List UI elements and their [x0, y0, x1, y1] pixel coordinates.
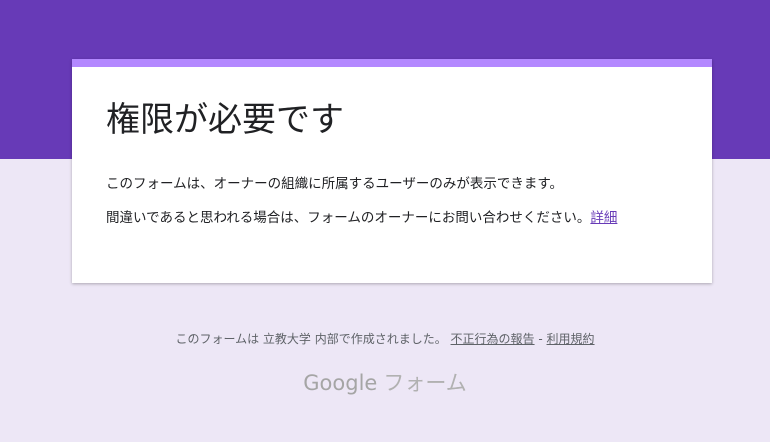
organization-message-text: このフォームは、オーナーの組織に所属するユーザーのみが表示できます。	[106, 176, 563, 192]
google-wordmark: Google	[303, 371, 378, 395]
contact-owner-message: 間違いであると思われる場合は、フォームのオーナーにお問い合わせください。詳細	[106, 208, 617, 228]
footer-separator: -	[534, 332, 547, 346]
forms-product-name: フォーム	[383, 371, 467, 395]
report-abuse-link[interactable]: 不正行為の報告	[451, 332, 535, 346]
organization-message: このフォームは、オーナーの組織に所属するユーザーのみが表示できます。	[106, 174, 563, 194]
details-link[interactable]: 詳細	[590, 210, 617, 226]
footer-notice: このフォームは 立教大学 内部で作成されました。 不正行為の報告 - 利用規約	[0, 330, 770, 348]
permission-card: 権限が必要です このフォームは、オーナーの組織に所属するユーザーのみが表示できま…	[72, 59, 712, 283]
card-title: 権限が必要です	[106, 100, 344, 140]
contact-owner-text: 間違いであると思われる場合は、フォームのオーナーにお問い合わせください。	[106, 210, 591, 226]
terms-link[interactable]: 利用規約	[547, 332, 595, 346]
card-accent-bar	[72, 59, 712, 67]
google-forms-logo[interactable]: Google フォーム	[0, 368, 770, 398]
created-by-text: このフォームは 立教大学 内部で作成されました。	[175, 332, 447, 346]
